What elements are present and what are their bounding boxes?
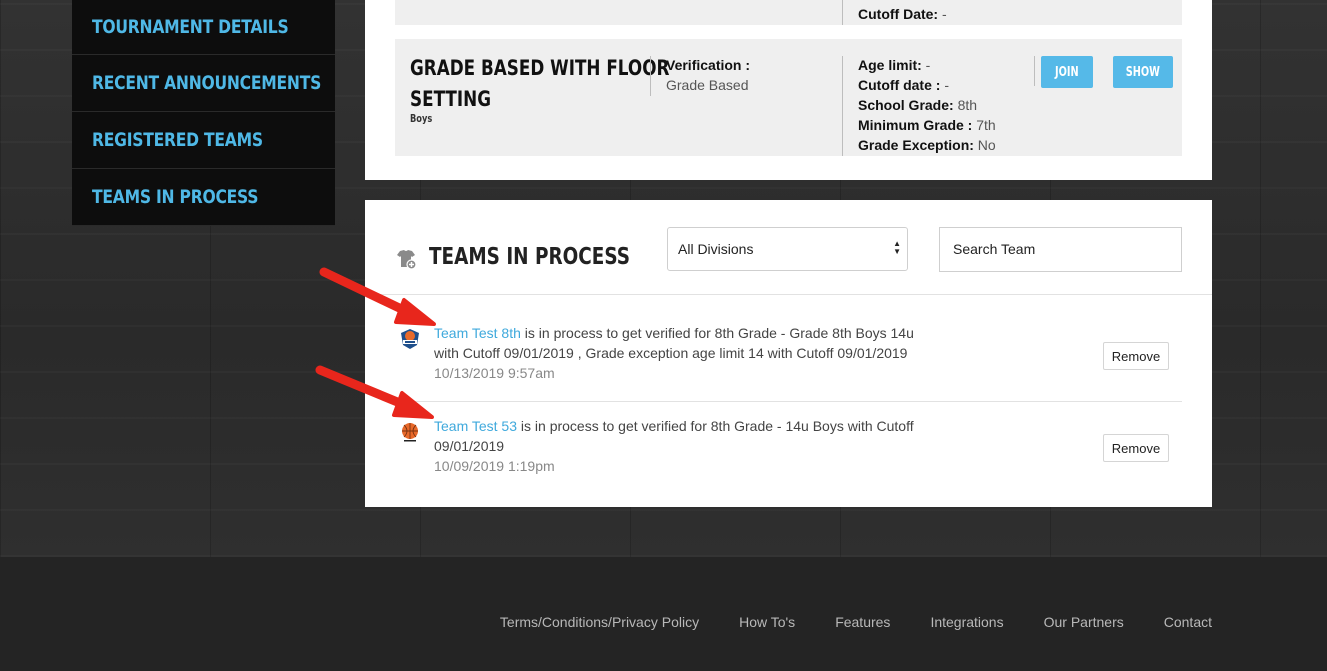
footer-link-terms[interactable]: Terms/Conditions/Privacy Policy bbox=[500, 614, 699, 630]
divider bbox=[842, 56, 843, 156]
remove-button[interactable]: Remove bbox=[1103, 434, 1169, 462]
division-row: Grade Based With Floor Setting Boys Veri… bbox=[395, 39, 1182, 156]
teams-in-process-header: Teams In Process All Divisions ▲ ▼ Search… bbox=[365, 200, 1212, 295]
team-name-link[interactable]: Team Test 53 bbox=[434, 418, 517, 434]
footer-link-features[interactable]: Features bbox=[835, 614, 890, 630]
team-logo-icon bbox=[401, 329, 419, 349]
footer-link-integrations[interactable]: Integrations bbox=[930, 614, 1003, 630]
divisions-card: Cutoff Date: - Grade Based With Floor Se… bbox=[365, 0, 1212, 180]
timestamp: 10/13/2019 9:57am bbox=[434, 365, 555, 381]
join-button[interactable]: Join bbox=[1041, 56, 1093, 88]
eligibility-info: Age limit: - Cutoff date : - School Grad… bbox=[858, 57, 996, 153]
team-status-text: Team Test 53 is in process to get verifi… bbox=[434, 418, 914, 474]
division-row-previous: Cutoff Date: - bbox=[395, 0, 1182, 25]
sidebar-item-teams-in-process[interactable]: Teams In Process bbox=[72, 169, 335, 226]
remove-button[interactable]: Remove bbox=[1103, 342, 1169, 370]
verification-info: Verification : Grade Based bbox=[666, 57, 751, 93]
teams-in-process-card: Teams In Process All Divisions ▲ ▼ Search… bbox=[365, 200, 1212, 507]
sidebar-item-registered-teams[interactable]: Registered Teams bbox=[72, 112, 335, 169]
divider bbox=[1034, 56, 1035, 86]
footer: Terms/Conditions/Privacy Policy How To's… bbox=[0, 557, 1327, 671]
footer-link-contact[interactable]: Contact bbox=[1164, 614, 1212, 630]
show-button[interactable]: Show bbox=[1113, 56, 1173, 88]
sidebar-item-recent-announcements[interactable]: Recent Announcements bbox=[72, 55, 335, 112]
teams-in-process-title: Teams In Process bbox=[429, 244, 631, 270]
team-status-text: Team Test 8th is in process to get verif… bbox=[434, 325, 914, 381]
team-name-link[interactable]: Team Test 8th bbox=[434, 325, 521, 341]
team-logo-icon bbox=[402, 423, 418, 442]
footer-links: Terms/Conditions/Privacy Policy How To's… bbox=[500, 614, 1212, 630]
divider bbox=[842, 0, 843, 25]
previous-cutoff: Cutoff Date: - bbox=[858, 6, 947, 22]
search-team-input[interactable]: Search Team bbox=[939, 227, 1182, 272]
sidebar-item-tournament-details[interactable]: Tournament Details bbox=[72, 0, 335, 55]
divider bbox=[650, 56, 651, 96]
team-list-item: Team Test 8th is in process to get verif… bbox=[395, 295, 1182, 402]
division-title: Grade Based With Floor Setting bbox=[410, 56, 670, 111]
division-filter-select[interactable]: All Divisions ▲ ▼ bbox=[667, 227, 908, 271]
division-gender: Boys bbox=[410, 112, 433, 125]
timestamp: 10/09/2019 1:19pm bbox=[434, 458, 555, 474]
team-jersey-add-icon bbox=[397, 250, 417, 270]
footer-link-partners[interactable]: Our Partners bbox=[1044, 614, 1124, 630]
select-updown-icon: ▲ ▼ bbox=[893, 239, 901, 256]
footer-link-how-tos[interactable]: How To's bbox=[739, 614, 795, 630]
sidebar-nav: Tournament Details Recent Announcements … bbox=[72, 0, 335, 226]
team-list-item: Team Test 53 is in process to get verifi… bbox=[395, 402, 1182, 507]
